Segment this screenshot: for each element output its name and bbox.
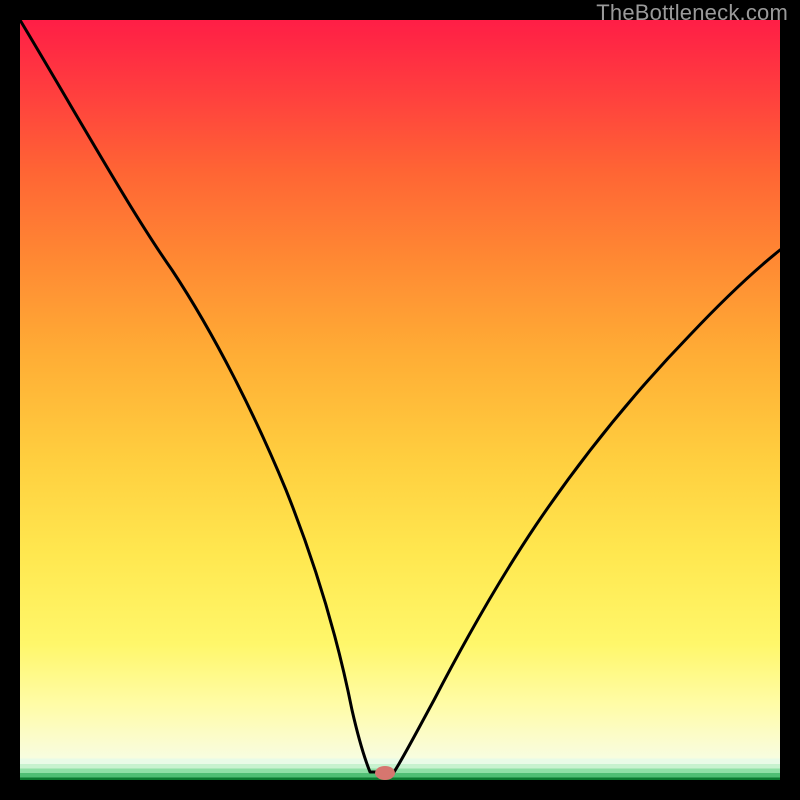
watermark-text: TheBottleneck.com [596, 0, 788, 26]
chart-stage: TheBottleneck.com [0, 0, 800, 800]
chart-plot-area [20, 20, 780, 780]
